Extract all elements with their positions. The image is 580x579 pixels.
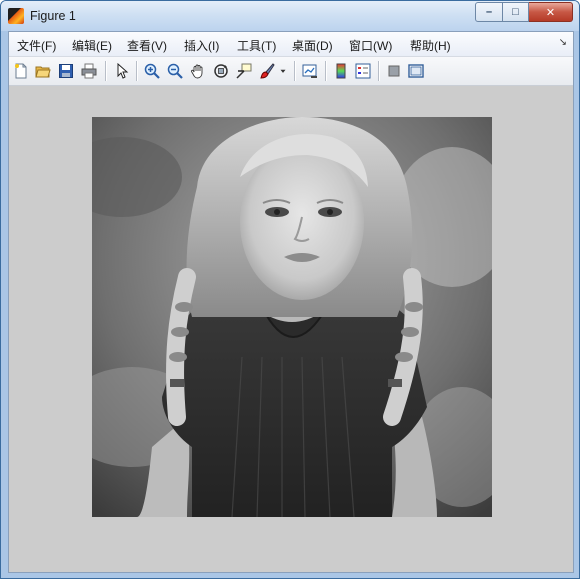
menu-window[interactable]: 窗口(W) [349, 37, 392, 54]
menu-overflow-icon[interactable]: ↘ [559, 37, 567, 48]
print-icon [81, 63, 97, 79]
print-button[interactable] [80, 62, 98, 80]
save-button[interactable] [57, 62, 75, 80]
menu-view[interactable]: 查看(V) [127, 37, 167, 54]
matlab-logo-icon [8, 8, 24, 24]
figure-client-area: 文件(F) 编辑(E) 查看(V) 插入(I) 工具(T) 桌面(D) 窗口(W… [8, 31, 574, 573]
zoom-in-icon [144, 63, 160, 79]
legend-button[interactable] [354, 62, 372, 80]
minimize-button[interactable]: – [475, 2, 503, 22]
menu-bar: 文件(F) 编辑(E) 查看(V) 插入(I) 工具(T) 桌面(D) 窗口(W… [9, 32, 573, 57]
link-plot-button[interactable] [301, 62, 319, 80]
toolbar-separator [136, 61, 138, 81]
data-cursor-icon [236, 63, 252, 79]
minimize-icon: – [485, 6, 493, 18]
menu-file[interactable]: 文件(F) [17, 37, 56, 54]
show-plot-tools-icon [408, 64, 424, 78]
pan-button[interactable] [189, 62, 207, 80]
chevron-down-icon [280, 69, 286, 73]
pan-icon [191, 64, 203, 79]
open-file-button[interactable] [34, 62, 52, 80]
data-cursor-button[interactable] [235, 62, 253, 80]
zoom-in-button[interactable] [143, 62, 161, 80]
brush-button[interactable] [258, 62, 276, 80]
save-icon [59, 64, 73, 78]
maximize-icon: □ [512, 6, 519, 18]
close-button[interactable]: ✕ [529, 2, 573, 22]
menu-help[interactable]: 帮助(H) [410, 37, 451, 54]
zoom-out-icon [167, 63, 183, 79]
menu-desktop[interactable]: 桌面(D) [292, 37, 333, 54]
rotate-3d-button[interactable] [212, 62, 230, 80]
window-title: Figure 1 [30, 9, 76, 23]
show-plot-tools-button[interactable] [407, 62, 425, 80]
grayscale-photo [92, 117, 492, 517]
menu-insert[interactable]: 插入(I) [184, 37, 219, 54]
figure-toolbar [9, 57, 573, 86]
title-bar[interactable]: Figure 1 – □ ✕ [1, 1, 579, 31]
link-plot-icon [302, 64, 317, 78]
new-figure-button[interactable] [12, 62, 30, 80]
rotate-3d-icon [214, 64, 228, 78]
portrait-image [92, 117, 492, 517]
hide-plot-tools-icon [388, 65, 400, 77]
figure-canvas [9, 86, 573, 572]
zoom-out-button[interactable] [166, 62, 184, 80]
brush-icon [260, 63, 275, 79]
toolbar-separator [105, 61, 107, 81]
menu-tools[interactable]: 工具(T) [237, 37, 276, 54]
window-controls: – □ ✕ [475, 2, 573, 22]
new-figure-icon [15, 63, 27, 79]
hide-plot-tools-button[interactable] [385, 62, 403, 80]
legend-icon [355, 63, 371, 79]
toolbar-separator [325, 61, 327, 81]
close-icon: ✕ [545, 6, 556, 19]
figure-window: Figure 1 – □ ✕ 文件(F) 编辑(E) 查看(V) 插入(I) 工… [0, 0, 580, 579]
brush-dropdown-button[interactable] [278, 62, 288, 80]
open-file-icon [35, 66, 51, 78]
edit-plot-button[interactable] [113, 62, 131, 80]
edit-plot-icon [117, 63, 129, 79]
menu-edit[interactable]: 编辑(E) [72, 37, 112, 54]
colorbar-icon [336, 63, 346, 79]
maximize-button[interactable]: □ [503, 2, 529, 22]
colorbar-button[interactable] [332, 62, 350, 80]
toolbar-separator [294, 61, 296, 81]
toolbar-separator [378, 61, 380, 81]
